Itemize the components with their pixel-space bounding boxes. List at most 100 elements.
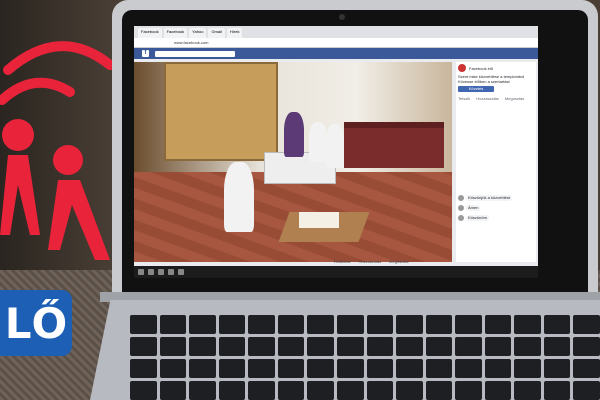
keyboard-key[interactable] xyxy=(218,381,246,400)
keyboard-key[interactable] xyxy=(159,359,187,378)
keyboard-key[interactable] xyxy=(189,315,216,334)
keyboard-key[interactable] xyxy=(218,315,246,334)
keyboard-key[interactable] xyxy=(130,337,157,356)
keyboard-key[interactable] xyxy=(484,381,512,400)
keyboard-key[interactable] xyxy=(455,337,482,356)
keyboard-key[interactable] xyxy=(307,337,334,356)
like-action[interactable]: Tetszik xyxy=(458,96,470,101)
keyboard-key[interactable] xyxy=(189,337,216,356)
keyboard-key[interactable] xyxy=(130,315,157,334)
live-video[interactable] xyxy=(134,62,452,262)
follow-button[interactable]: Követés xyxy=(458,86,494,92)
keyboard-key[interactable] xyxy=(366,315,394,334)
keyboard-key[interactable] xyxy=(484,315,512,334)
folder-icon[interactable] xyxy=(158,269,164,275)
keyboard xyxy=(130,315,600,400)
browser-tab[interactable]: Yahoo xyxy=(189,28,207,38)
keyboard-key[interactable] xyxy=(396,337,423,356)
keyboard-key[interactable] xyxy=(336,315,364,334)
keyboard-key[interactable] xyxy=(277,359,305,378)
altarpiece xyxy=(164,62,278,161)
keyboard-key[interactable] xyxy=(336,381,364,400)
keyboard-key[interactable] xyxy=(336,337,364,356)
keyboard-key[interactable] xyxy=(425,359,453,378)
keyboard-key[interactable] xyxy=(307,315,334,334)
keyboard-key[interactable] xyxy=(277,381,305,400)
share-action[interactable]: Megosztás xyxy=(505,96,524,101)
keyboard-key[interactable] xyxy=(514,315,541,334)
avatar[interactable] xyxy=(458,215,464,221)
keyboard-key[interactable] xyxy=(366,359,394,378)
keyboard-key[interactable] xyxy=(248,359,275,378)
keyboard-key[interactable] xyxy=(159,381,187,400)
keyboard-key[interactable] xyxy=(248,381,275,400)
comment-item: Köszönöm xyxy=(456,213,536,223)
keyboard-key[interactable] xyxy=(543,337,571,356)
keyboard-key[interactable] xyxy=(248,337,275,356)
start-icon[interactable] xyxy=(138,269,144,275)
facebook-search-input[interactable] xyxy=(155,50,235,57)
keyboard-key[interactable] xyxy=(484,359,512,378)
video-actions: Reakciók Hozzászólás Megosztás xyxy=(334,259,408,264)
keyboard-key[interactable] xyxy=(573,359,600,378)
keyboard-key[interactable] xyxy=(573,315,600,334)
keyboard-key[interactable] xyxy=(159,337,187,356)
keyboard-key[interactable] xyxy=(396,381,423,400)
browser-tab[interactable]: Gmail xyxy=(208,28,225,38)
keyboard-key[interactable] xyxy=(277,337,305,356)
browser-tab[interactable]: Hírek xyxy=(226,28,243,38)
keyboard-key[interactable] xyxy=(336,359,364,378)
comment-button[interactable]: Hozzászólás xyxy=(358,259,381,264)
mail-icon[interactable] xyxy=(178,269,184,275)
post-text-line: Kövesse élőben a szertartást xyxy=(458,79,510,84)
page-avatar[interactable] xyxy=(458,64,466,72)
keyboard-key[interactable] xyxy=(455,381,482,400)
keyboard-key[interactable] xyxy=(248,315,275,334)
browser-tab[interactable]: Facebook xyxy=(138,28,162,38)
keyboard-key[interactable] xyxy=(366,337,394,356)
keyboard-key[interactable] xyxy=(307,381,334,400)
keyboard-key[interactable] xyxy=(425,337,453,356)
keyboard-key[interactable] xyxy=(455,359,482,378)
comment-text: Köszönöm xyxy=(466,215,489,221)
keyboard-key[interactable] xyxy=(455,315,482,334)
search-icon[interactable] xyxy=(148,269,154,275)
keyboard-key[interactable] xyxy=(159,315,187,334)
keyboard-key[interactable] xyxy=(543,359,571,378)
keyboard-key[interactable] xyxy=(189,381,216,400)
keyboard-key[interactable] xyxy=(425,315,453,334)
address-bar[interactable]: www.facebook.com xyxy=(134,38,538,48)
keyboard-key[interactable] xyxy=(514,337,541,356)
keyboard-key[interactable] xyxy=(425,381,453,400)
browser-tab[interactable]: Facebook xyxy=(163,28,188,38)
keyboard-key[interactable] xyxy=(130,381,157,400)
open-book xyxy=(299,212,339,228)
keyboard-key[interactable] xyxy=(396,315,423,334)
keyboard-key[interactable] xyxy=(189,359,216,378)
priest-figure xyxy=(284,112,304,157)
avatar[interactable] xyxy=(458,195,464,201)
keyboard-key[interactable] xyxy=(366,381,394,400)
keyboard-key[interactable] xyxy=(514,381,541,400)
keyboard-key[interactable] xyxy=(484,337,512,356)
facebook-logo-icon[interactable]: f xyxy=(142,50,149,57)
keyboard-key[interactable] xyxy=(573,381,600,400)
reactions-button[interactable]: Reakciók xyxy=(334,259,350,264)
live-badge-text: LŐ xyxy=(4,298,68,348)
keyboard-key[interactable] xyxy=(543,381,571,400)
keyboard-key[interactable] xyxy=(218,359,246,378)
keyboard-key[interactable] xyxy=(130,359,157,378)
live-badge: LŐ xyxy=(0,290,72,356)
avatar[interactable] xyxy=(458,205,464,211)
keyboard-key[interactable] xyxy=(218,337,246,356)
comment-action[interactable]: Hozzászólás xyxy=(476,96,499,101)
keyboard-key[interactable] xyxy=(514,359,541,378)
keyboard-key[interactable] xyxy=(573,337,600,356)
page-name[interactable]: Facebook élő xyxy=(469,66,493,71)
keyboard-key[interactable] xyxy=(396,359,423,378)
keyboard-key[interactable] xyxy=(543,315,571,334)
keyboard-key[interactable] xyxy=(277,315,305,334)
browser-icon[interactable] xyxy=(168,269,174,275)
keyboard-key[interactable] xyxy=(307,359,334,378)
share-button[interactable]: Megosztás xyxy=(389,259,408,264)
